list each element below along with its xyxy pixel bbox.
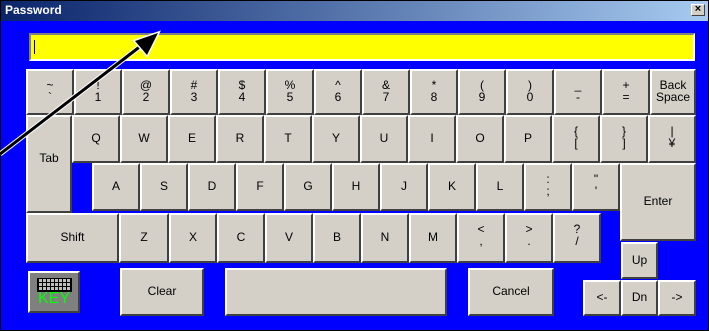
- key-a[interactable]: A: [92, 163, 140, 211]
- key-w[interactable]: W: [120, 115, 168, 163]
- key-b[interactable]: B: [313, 213, 361, 263]
- key-x[interactable]: X: [169, 213, 217, 263]
- window-title: Password: [5, 3, 62, 17]
- key-v[interactable]: V: [265, 213, 313, 263]
- key-8[interactable]: * 8: [410, 69, 458, 115]
- key-d[interactable]: D: [188, 163, 236, 211]
- key-1[interactable]: ! 1: [74, 69, 122, 115]
- key-0[interactable]: ) 0: [506, 69, 554, 115]
- left-arrow-button[interactable]: <-: [583, 280, 621, 316]
- key-o[interactable]: O: [456, 115, 504, 163]
- key-s[interactable]: S: [140, 163, 188, 211]
- down-arrow-button[interactable]: Dn: [621, 280, 658, 316]
- space-bar[interactable]: [225, 268, 447, 316]
- key-l[interactable]: L: [476, 163, 524, 211]
- up-arrow-button[interactable]: Up: [621, 242, 658, 279]
- key-z[interactable]: Z: [119, 213, 169, 263]
- key-j[interactable]: J: [380, 163, 428, 211]
- key-f[interactable]: F: [236, 163, 284, 211]
- key-h[interactable]: H: [332, 163, 380, 211]
- key-u[interactable]: U: [360, 115, 408, 163]
- key-k[interactable]: K: [428, 163, 476, 211]
- close-button[interactable]: ×: [691, 4, 705, 16]
- clear-button[interactable]: Clear: [120, 268, 204, 316]
- key-minus[interactable]: _ -: [554, 69, 602, 115]
- key-period[interactable]: >.: [505, 213, 553, 263]
- key-c[interactable]: C: [217, 213, 265, 263]
- right-arrow-button[interactable]: ->: [658, 280, 696, 316]
- key-q[interactable]: Q: [72, 115, 120, 163]
- text-caret: [34, 40, 35, 54]
- enter-button[interactable]: Enter: [620, 163, 696, 241]
- key-t[interactable]: T: [264, 115, 312, 163]
- key-n[interactable]: N: [361, 213, 409, 263]
- key-tilde[interactable]: ~ `: [26, 69, 74, 115]
- key-pipe[interactable]: | ¥: [648, 115, 696, 163]
- key-3[interactable]: #3: [170, 69, 218, 115]
- key-2[interactable]: @2: [122, 69, 170, 115]
- key-left-brace[interactable]: {[: [552, 115, 600, 163]
- password-field[interactable]: [29, 33, 695, 61]
- key-4[interactable]: $4: [218, 69, 266, 115]
- key-right-brace[interactable]: }]: [600, 115, 648, 163]
- key-m[interactable]: M: [409, 213, 457, 263]
- key-quote[interactable]: " ': [572, 163, 620, 211]
- cancel-button[interactable]: Cancel: [468, 268, 554, 316]
- key-comma[interactable]: <,: [457, 213, 505, 263]
- backspace-button[interactable]: Back Space: [650, 69, 696, 115]
- key-5[interactable]: % 5: [266, 69, 314, 115]
- key-p[interactable]: P: [504, 115, 552, 163]
- key-6[interactable]: ^ 6: [314, 69, 362, 115]
- key-equal[interactable]: + =: [602, 69, 650, 115]
- key-semicolon[interactable]: :;: [524, 163, 572, 211]
- shift-button[interactable]: Shift: [26, 213, 119, 263]
- key-y[interactable]: Y: [312, 115, 360, 163]
- logo-text: KEY: [37, 290, 70, 307]
- keyboard-logo-icon: KEY: [28, 271, 80, 313]
- password-window: Password × ~ ` ! 1 @2 #3 $4 % 5 ^ 6 & 7 * 8 (9…: [0, 0, 709, 331]
- key-slash[interactable]: ? /: [553, 213, 601, 263]
- title-bar[interactable]: Password ×: [1, 1, 708, 21]
- key-g[interactable]: G: [284, 163, 332, 211]
- key-7[interactable]: & 7: [362, 69, 410, 115]
- tab-button[interactable]: Tab: [26, 115, 72, 213]
- key-i[interactable]: I: [408, 115, 456, 163]
- key-9[interactable]: (9: [458, 69, 506, 115]
- key-r[interactable]: R: [216, 115, 264, 163]
- key-e[interactable]: E: [168, 115, 216, 163]
